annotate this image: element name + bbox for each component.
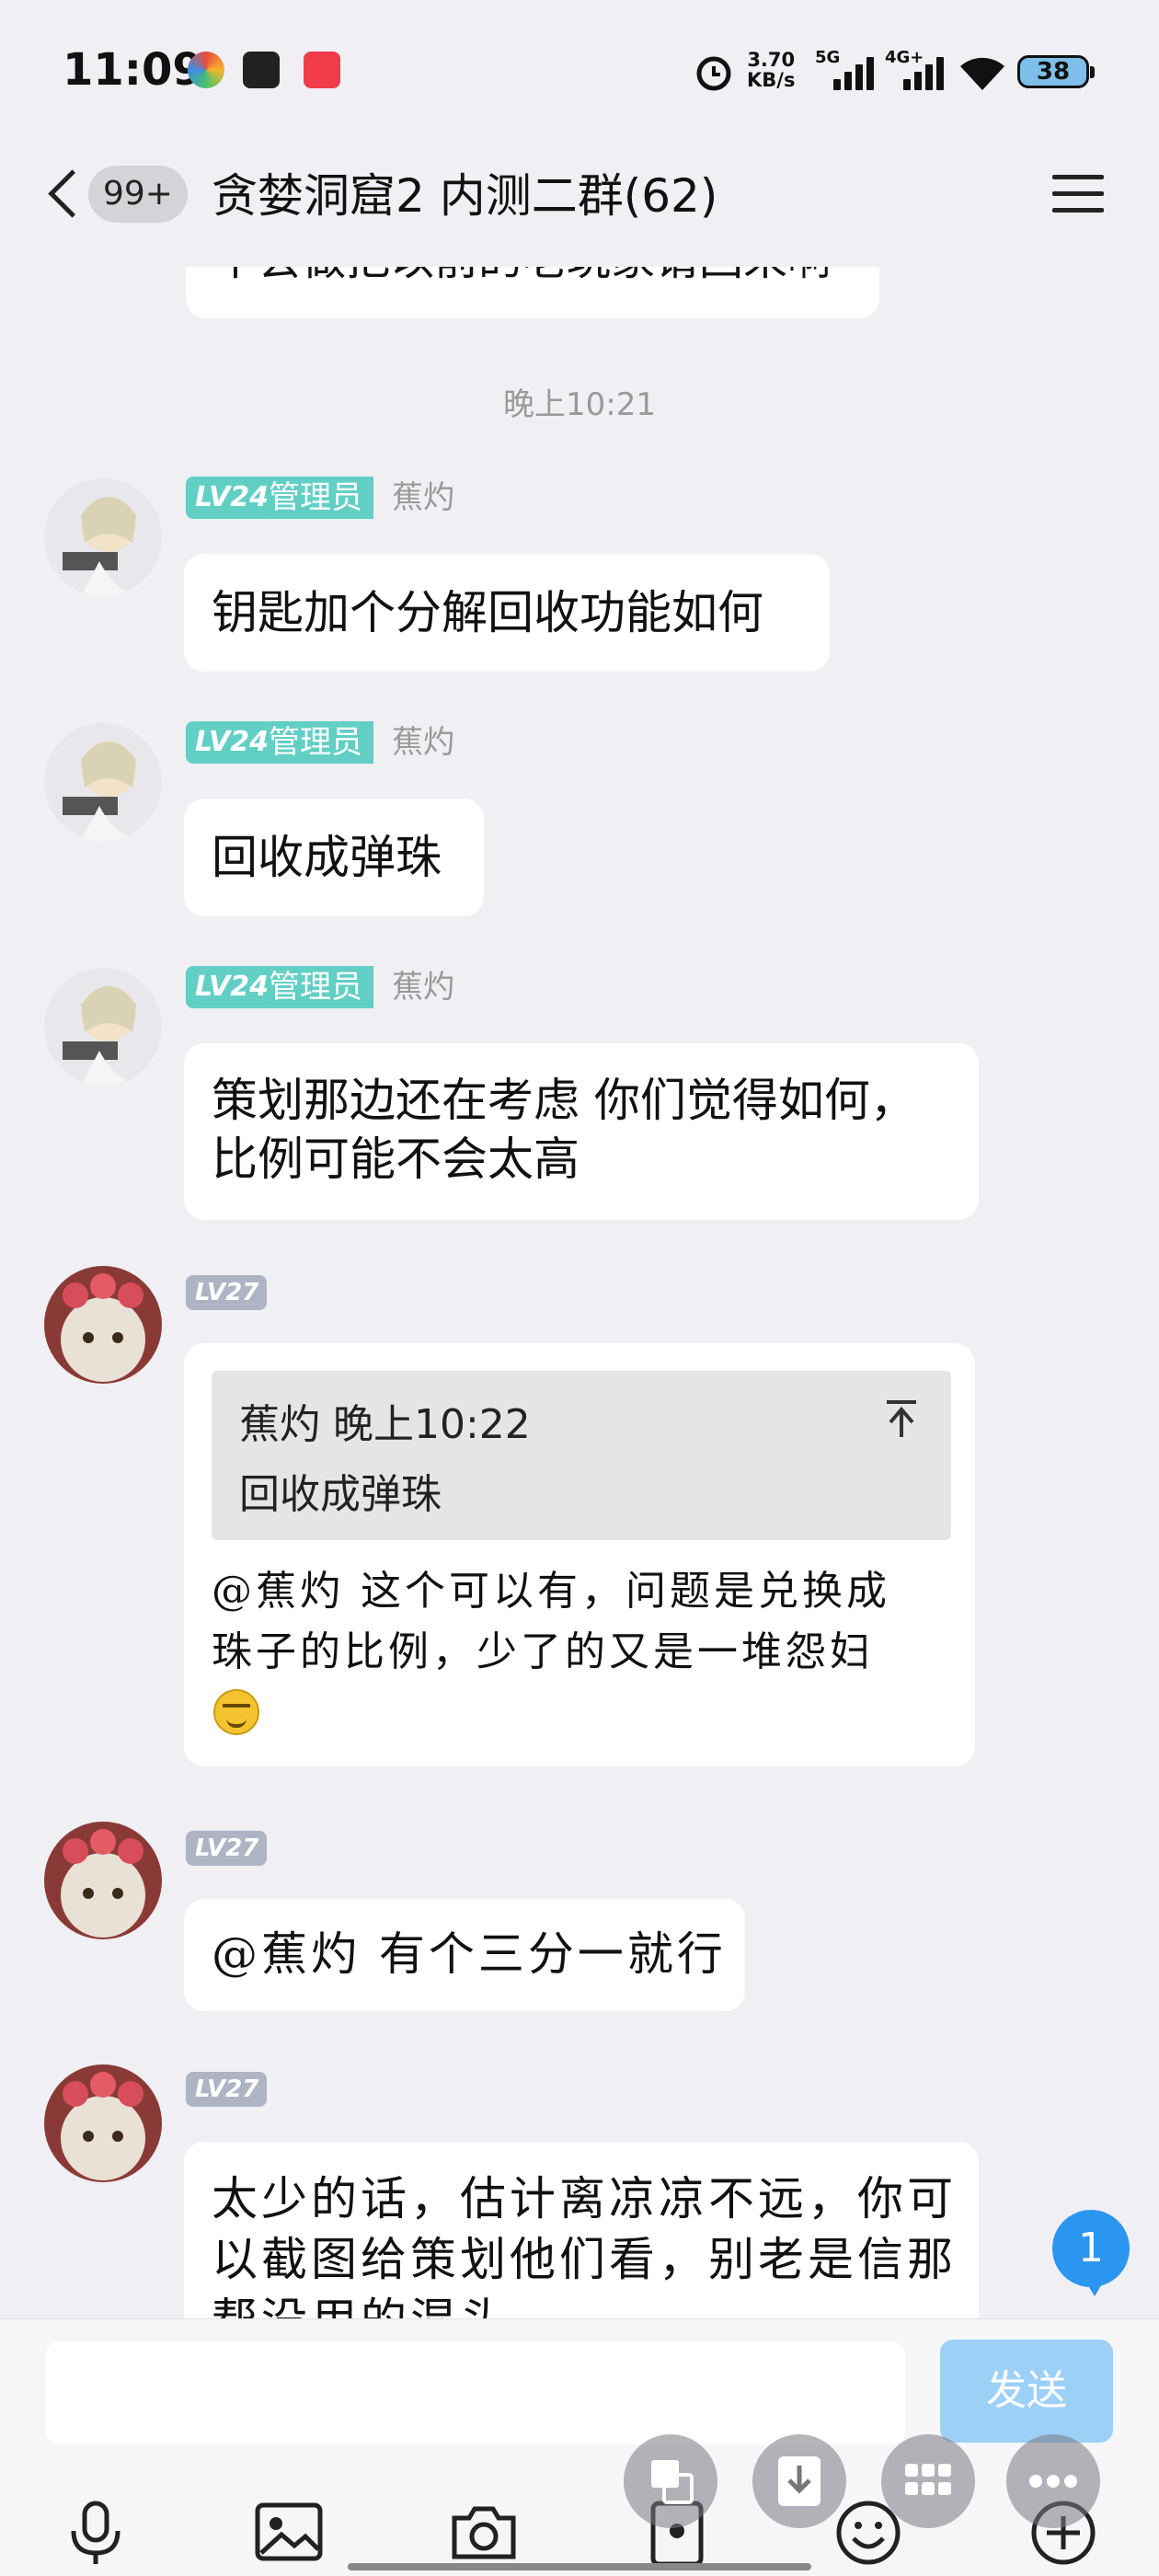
- pinwheel-app-icon: [188, 52, 224, 88]
- sender-name: 蕉灼: [392, 969, 454, 1006]
- sender-name: 蕉灼: [392, 724, 454, 761]
- signal-2-bars-icon: [903, 57, 944, 90]
- grin-emoji: [213, 1689, 259, 1735]
- jump-to-top-icon[interactable]: [883, 1398, 920, 1439]
- network-speed: 3.70 KB/s: [747, 50, 795, 90]
- quote-text: 回收成弹珠: [239, 1471, 442, 1518]
- download-icon[interactable]: [752, 2434, 846, 2528]
- new-message-count-badge[interactable]: 1: [1052, 2210, 1130, 2296]
- level-badge: LV24: [186, 721, 274, 764]
- sender-name: 蕉灼: [392, 479, 454, 516]
- message-text-line: @蕉灼 这个可以有，问题是兑换成: [212, 1568, 890, 1615]
- message-text-line: 太少的话，估计离凉凉不远，你可: [212, 2172, 957, 2225]
- message-bubble[interactable]: @蕉灼 有个三分一就行: [184, 1899, 745, 2011]
- message-text-line: 以截图给策划他们看，别老是信那: [212, 2233, 957, 2286]
- back-button[interactable]: [44, 166, 81, 221]
- status-bar: 11:09 3.70 KB/s 5G 4G+ 38: [0, 0, 1159, 138]
- message-input[interactable]: [46, 2341, 905, 2444]
- avatar[interactable]: [44, 478, 162, 596]
- group-title: 贪婪洞窟2 内测二群(62): [212, 169, 718, 223]
- level-badge: LV27: [186, 1831, 267, 1866]
- input-area: 发送: [0, 2318, 1159, 2576]
- image-icon[interactable]: [252, 2496, 326, 2570]
- signal-1-bars-icon: [833, 57, 874, 90]
- avatar[interactable]: [44, 723, 162, 841]
- quote-sender-time: 蕉灼 晚上10:22: [239, 1401, 531, 1448]
- microphone-icon[interactable]: [59, 2496, 132, 2570]
- message-text: @蕉灼 有个三分一就行: [212, 1927, 727, 1981]
- wifi-icon: [960, 57, 1004, 90]
- level-badge: LV24: [186, 477, 274, 519]
- admin-role-badge: 管理员: [269, 966, 373, 1008]
- translate-icon[interactable]: [624, 2434, 717, 2528]
- message-bubble[interactable]: 钥匙加个分解回收功能如何: [184, 554, 830, 672]
- avatar[interactable]: [44, 968, 162, 1086]
- message-text: 回收成弹珠: [212, 831, 442, 884]
- avatar[interactable]: [44, 2064, 162, 2182]
- tv-app-icon: [243, 52, 280, 88]
- avatar[interactable]: [44, 1266, 162, 1384]
- more-icon[interactable]: [1006, 2434, 1100, 2528]
- status-time: 11:09: [63, 44, 203, 96]
- quoted-message[interactable]: 蕉灼 晚上10:22 回收成弹珠: [212, 1371, 951, 1540]
- message-bubble[interactable]: 太少的话，估计离凉凉不远，你可 以截图给策划他们看，别老是信那 帮没用的混头: [184, 2142, 979, 2318]
- avatar[interactable]: [44, 1822, 162, 1939]
- grid-icon[interactable]: [881, 2434, 975, 2528]
- admin-role-badge: 管理员: [269, 477, 373, 519]
- home-indicator[interactable]: [348, 2563, 811, 2570]
- camera-icon[interactable]: [447, 2496, 521, 2570]
- battery-icon: 38: [1017, 55, 1095, 88]
- message-text-line: 比例可能不会太高: [212, 1133, 580, 1186]
- message-bubble[interactable]: 回收成弹珠: [184, 799, 484, 916]
- alarm-icon: [696, 56, 731, 91]
- admin-role-badge: 管理员: [269, 721, 373, 764]
- message-bubble[interactable]: 策划那边还在考虑 你们觉得如何， 比例可能不会太高: [184, 1043, 979, 1220]
- message-text-line: 帮没用的混头: [212, 2291, 510, 2318]
- time-divider: 晚上10:21: [503, 386, 656, 423]
- unread-count-badge[interactable]: 99+: [88, 166, 188, 223]
- menu-button[interactable]: [1052, 171, 1104, 217]
- level-badge: LV27: [186, 1275, 267, 1310]
- message-list[interactable]: 不会做把以前的老玩家请回来啊 晚上10:21 LV24 管理员 蕉灼 钥匙加个分…: [0, 138, 1159, 2318]
- message-text-line: 珠子的比例，少了的又是一堆怨妇: [212, 1628, 874, 1675]
- speed-unit: KB/s: [747, 69, 796, 91]
- level-badge: LV27: [186, 2072, 267, 2107]
- send-button[interactable]: 发送: [940, 2340, 1113, 2443]
- speed-value: 3.70: [747, 49, 796, 71]
- message-text-line: 策划那边还在考虑 你们觉得如何，: [212, 1074, 916, 1127]
- red-app-icon: [304, 52, 340, 88]
- message-text: 钥匙加个分解回收功能如何: [212, 586, 763, 639]
- level-badge: LV24: [186, 966, 274, 1008]
